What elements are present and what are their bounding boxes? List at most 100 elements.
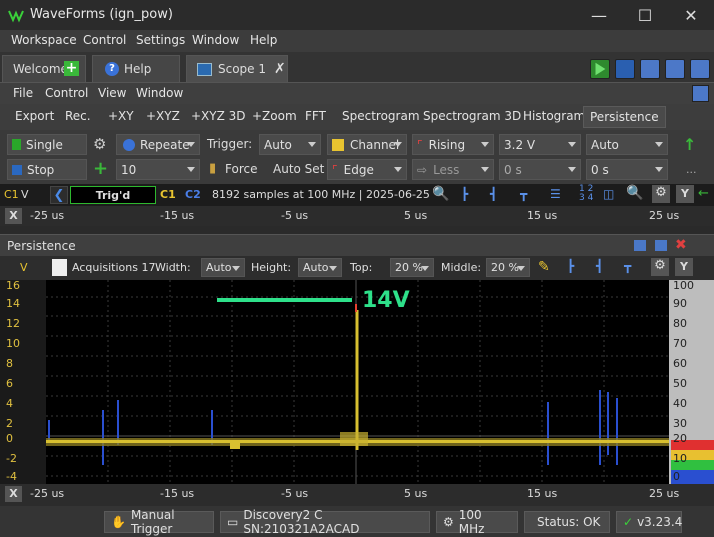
trigger-mode-select[interactable]: Auto <box>259 134 321 155</box>
trigger-mode-value: Auto <box>264 137 292 152</box>
trigger-source-select[interactable]: Channel <box>327 134 407 155</box>
record-button[interactable]: Rec. <box>65 109 91 123</box>
trigger-level-input[interactable]: 3.2 V <box>499 134 581 155</box>
chevron-left-icon[interactable]: ❮ <box>50 186 68 204</box>
document-icon[interactable] <box>52 259 67 276</box>
count-input[interactable]: 10 <box>116 159 200 180</box>
layout-icon[interactable] <box>690 59 710 79</box>
menu-scope-control[interactable]: Control <box>45 86 88 100</box>
y-axis-button[interactable]: Y <box>676 185 694 203</box>
menu-scope-window[interactable]: Window <box>136 86 183 100</box>
close-panel-icon[interactable]: ✖ <box>675 237 687 253</box>
run-icon[interactable] <box>590 59 610 79</box>
hold-off-input[interactable]: 0 s <box>499 159 581 180</box>
cursor-h-icon[interactable]: ┣ <box>567 259 574 273</box>
width-select[interactable]: Auto <box>201 258 245 277</box>
dock-icon[interactable] <box>665 59 685 79</box>
menu-control[interactable]: Control <box>83 33 126 47</box>
single-button[interactable]: Single <box>7 134 87 155</box>
spectrogram-button[interactable]: Spectrogram <box>342 109 420 123</box>
top-select[interactable]: 20 % <box>390 258 434 277</box>
broom-icon[interactable]: ✎ <box>538 259 550 275</box>
persistence-gear-icon[interactable]: ⚙ <box>651 258 669 276</box>
x-tick: -25 us <box>30 209 65 222</box>
x-tick: -5 us <box>281 209 309 222</box>
menu-help[interactable]: Help <box>250 33 277 47</box>
persistence-header: Persistence ✖ <box>0 234 714 256</box>
plus-icon[interactable]: + <box>64 61 79 76</box>
numbers-icon[interactable]: 1 23 4 <box>579 185 593 203</box>
add-zoom-button[interactable]: +Zoom <box>252 109 297 123</box>
tab-help[interactable]: ? Help <box>92 55 180 82</box>
auto-timeout-select[interactable]: Auto <box>586 134 668 155</box>
mode-select[interactable]: Repeate <box>116 134 200 155</box>
trigger-slope-select[interactable]: ⌜ Rising <box>412 134 494 155</box>
tab-close-icon[interactable]: ✗ <box>274 61 286 77</box>
close-button[interactable]: ✕ <box>668 0 714 30</box>
tab-welcome[interactable]: Welcome + <box>2 55 86 82</box>
channel-1-label[interactable]: C1 <box>160 188 176 201</box>
splitter[interactable] <box>0 226 714 234</box>
persistence-button[interactable]: Persistence <box>583 106 666 128</box>
add-icon[interactable]: + <box>93 158 108 179</box>
zoom-icon[interactable]: 🔍 <box>432 186 449 202</box>
windows-icon[interactable] <box>640 59 660 79</box>
settings-gear-icon[interactable]: ⚙ <box>652 185 670 203</box>
add-xyz-button[interactable]: +XYZ <box>146 109 180 123</box>
position-input[interactable]: 0 s <box>586 159 668 180</box>
menu-view[interactable]: View <box>98 86 126 100</box>
gear-icon[interactable]: ⚙ <box>93 135 106 153</box>
export-button[interactable]: Export <box>15 109 54 123</box>
persistence-plot[interactable]: 14V 16 14 12 10 8 6 4 2 0 -2 -4 100 90 8… <box>0 279 714 484</box>
spectrogram-3d-button[interactable]: Spectrogram 3D <box>423 109 521 123</box>
search-icon[interactable]: 🔍 <box>626 185 643 201</box>
auto-set-button[interactable]: Auto Set <box>273 162 324 176</box>
persistence-canvas[interactable] <box>0 280 714 484</box>
status-button[interactable]: Status: OK <box>524 511 610 533</box>
float-panel-icon[interactable] <box>655 240 667 251</box>
clock-rate-button[interactable]: ⚙ 100 MHz <box>436 508 518 536</box>
top-value: 20 % <box>395 261 423 274</box>
cursor-delta-icon[interactable]: ┳ <box>520 187 527 201</box>
middle-select[interactable]: 20 % <box>486 258 530 277</box>
height-select[interactable]: Auto <box>298 258 342 277</box>
cursor-v-icon[interactable]: ┫ <box>490 187 497 201</box>
version-button[interactable]: ✓ v3.23.4 <box>616 511 682 533</box>
minimize-panel-icon[interactable] <box>634 240 646 251</box>
stop-icon[interactable] <box>615 59 635 79</box>
menu-settings[interactable]: Settings <box>136 33 185 47</box>
device-button[interactable]: ▭ Discovery2 C SN:210321A2ACAD <box>220 508 430 536</box>
menu-workspace[interactable]: Workspace <box>11 33 77 47</box>
cursor-v-icon[interactable]: ┫ <box>596 259 603 273</box>
manual-trigger-button[interactable]: ✋ Manual Trigger <box>104 508 214 536</box>
stop-button[interactable]: Stop <box>7 159 87 180</box>
scope-x-axis: X -25 us -15 us -5 us 5 us 15 us 25 us <box>0 206 714 226</box>
force-button[interactable]: Force <box>225 162 257 176</box>
minimize-button[interactable]: — <box>576 0 622 30</box>
trigger-condition-select[interactable]: ⇨ Less <box>412 159 494 180</box>
maximize-button[interactable]: ☐ <box>622 0 668 30</box>
histogram-button[interactable]: Histogram <box>523 109 585 123</box>
cursor-h-icon[interactable]: ┣ <box>461 187 468 201</box>
menu-window[interactable]: Window <box>192 33 239 47</box>
channel-2-label[interactable]: C2 <box>185 188 201 201</box>
x-axis-button[interactable]: X <box>5 208 22 224</box>
status-label: Status: OK <box>537 515 601 529</box>
cursor-delta-icon[interactable]: ┳ <box>624 259 631 273</box>
device-icon: ▭ <box>227 515 239 529</box>
add-xyz3d-button[interactable]: +XYZ 3D <box>191 109 246 123</box>
arrow-up-icon[interactable]: ↑ <box>683 135 696 154</box>
tab-scope-1[interactable]: Scope 1 ✗ <box>186 55 288 82</box>
fft-button[interactable]: FFT <box>305 109 326 123</box>
menu-file[interactable]: File <box>13 86 33 100</box>
align-icon[interactable]: ☰ <box>550 187 561 201</box>
trigger-type-select[interactable]: ⌜ Edge <box>327 159 407 180</box>
panel-icon[interactable] <box>692 85 709 102</box>
more-icon[interactable]: ... <box>686 163 697 176</box>
persistence-y-button[interactable]: Y <box>675 258 693 276</box>
y-tick: 8 <box>6 357 13 370</box>
persistence-x-button[interactable]: X <box>5 486 22 502</box>
arrow-left-icon[interactable]: ← <box>698 186 709 201</box>
measure-icon[interactable]: ◫ <box>603 187 614 201</box>
add-xy-button[interactable]: +XY <box>108 109 134 123</box>
